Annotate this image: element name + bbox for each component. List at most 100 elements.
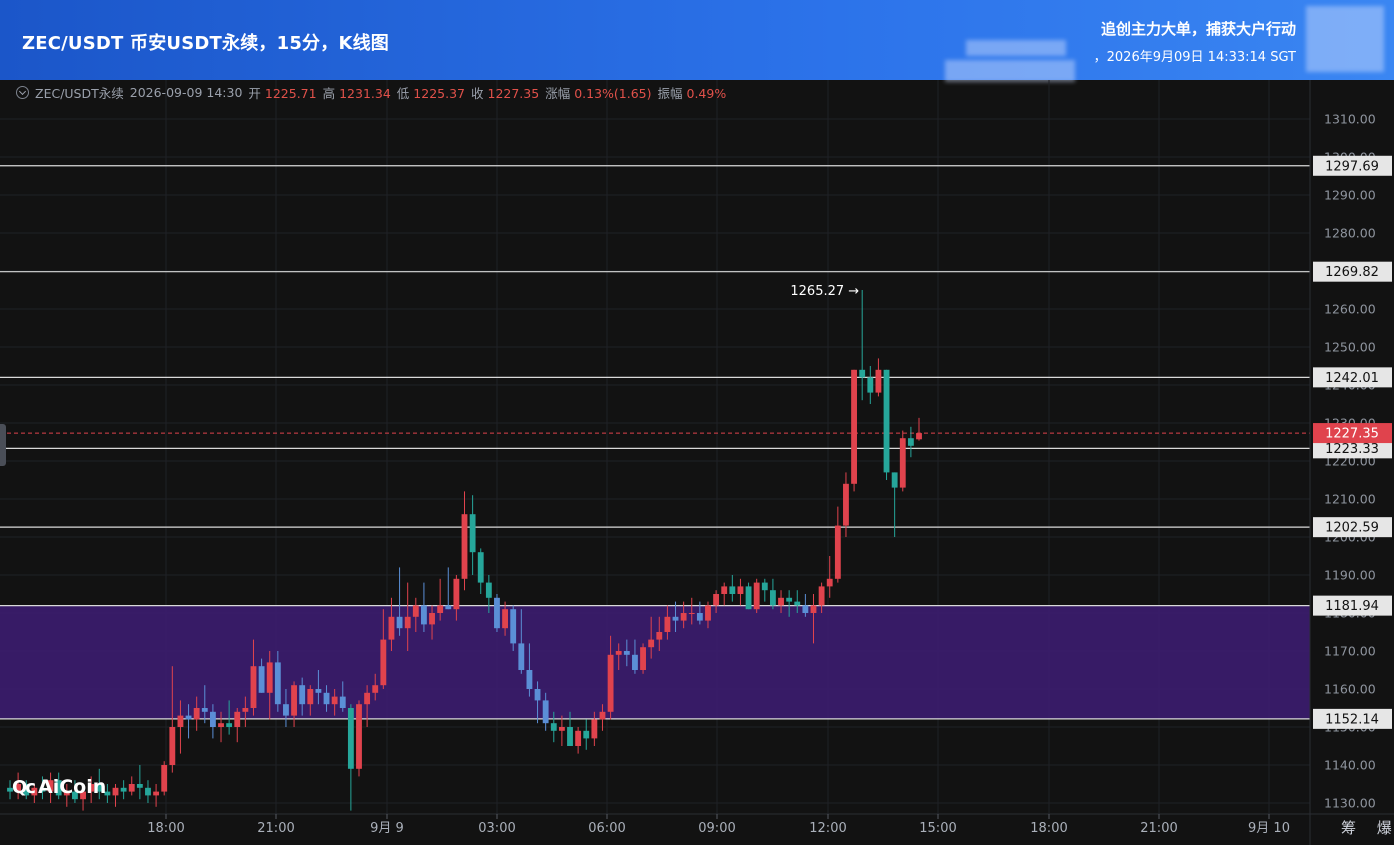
x-tick-label: 03:00 <box>478 821 515 836</box>
candle <box>128 776 135 796</box>
candle-body <box>599 711 606 720</box>
x-tick-label: 15:00 <box>919 821 956 836</box>
price-label: 1297.69 <box>1325 159 1379 174</box>
candle <box>136 765 143 800</box>
candle-body <box>299 685 306 705</box>
drag-handle[interactable] <box>0 424 6 466</box>
x-tick-label: 18:00 <box>147 821 184 836</box>
candle <box>721 582 728 606</box>
candle-body <box>843 483 849 526</box>
chart-canvas[interactable]: 1265.27 → 1130.001140.001150.001160.0011… <box>0 80 1394 845</box>
candle-body <box>372 685 379 693</box>
candle-body <box>161 765 168 792</box>
candle-body <box>672 616 679 621</box>
candle-body <box>347 708 354 769</box>
candle-body <box>753 582 760 610</box>
candle-body <box>786 597 793 602</box>
close-label: 收 <box>471 85 484 101</box>
candle <box>145 780 151 803</box>
candle-body <box>250 666 257 708</box>
candle-body <box>834 525 841 579</box>
candle-body <box>453 578 460 610</box>
candle-body <box>656 632 663 640</box>
blurred-image <box>1306 6 1384 72</box>
candle-body <box>177 715 184 727</box>
candle-body <box>356 704 362 769</box>
candle-body <box>291 685 297 716</box>
candle <box>356 700 362 777</box>
corner-label[interactable]: 筹 爆 <box>1341 817 1394 838</box>
candle-body <box>591 719 598 739</box>
promo-headline: 追创主力大单，捕获大户行动 <box>1100 20 1296 38</box>
y-tick-label: 1210.00 <box>1324 492 1376 507</box>
blurred-image <box>966 40 1066 56</box>
candle-body <box>445 605 452 610</box>
candle <box>851 369 857 492</box>
candle <box>729 575 736 602</box>
candle-body <box>818 586 825 606</box>
price-label: 1202.59 <box>1325 521 1379 536</box>
chart-header: ZEC/USDT 币安USDT永续，15分，K线图 追创主力大单，捕获大户行动 … <box>0 0 1394 82</box>
candle-body <box>558 727 565 731</box>
candle <box>120 780 127 800</box>
candle-body <box>331 696 338 705</box>
y-tick-label: 1280.00 <box>1324 226 1376 241</box>
change-label: 涨幅 <box>545 85 571 101</box>
candle-body <box>891 472 898 488</box>
candle-body <box>315 689 322 693</box>
candle-body <box>826 578 833 587</box>
candle-body <box>575 730 582 746</box>
x-tick-label: 21:00 <box>257 821 294 836</box>
price-label: 1152.14 <box>1325 712 1379 727</box>
price-label: 1269.82 <box>1325 265 1379 280</box>
low-label: 低 <box>396 85 410 101</box>
candle <box>737 578 744 606</box>
candle-body <box>851 369 857 484</box>
candle <box>899 430 906 492</box>
candle-body <box>583 730 590 739</box>
candle-body <box>339 696 346 708</box>
candle-body <box>615 651 622 655</box>
logo-mark: Qc <box>12 776 36 798</box>
candle <box>883 369 890 480</box>
candle <box>875 358 882 397</box>
candle-body <box>510 609 517 644</box>
candle-body <box>713 594 720 606</box>
chart-title: ZEC/USDT 币安USDT永续，15分，K线图 <box>22 33 389 54</box>
symbol-label: ZEC/USDT永续 <box>35 85 124 101</box>
candle-body <box>761 582 768 591</box>
price-label: 1242.01 <box>1325 371 1379 386</box>
candles <box>7 290 922 811</box>
candle <box>583 719 590 750</box>
candle-body <box>120 787 127 792</box>
candle <box>769 578 776 610</box>
candle-body <box>234 711 241 727</box>
annotations: 1265.27 → <box>790 284 859 299</box>
candle-body <box>567 727 573 746</box>
candle-body <box>518 643 525 670</box>
candle-body <box>769 590 776 606</box>
candle-body <box>185 715 192 720</box>
candle-body <box>542 700 549 724</box>
candle-body <box>380 639 387 686</box>
candle <box>867 366 874 404</box>
candle-body <box>242 708 249 712</box>
candle-body <box>112 787 119 796</box>
x-axis: 18:00 21:00 9月 9 03:00 06:00 09:00 12:00 15:00 1… <box>0 813 1394 836</box>
candle <box>916 417 922 441</box>
y-tick-label: 1190.00 <box>1324 568 1376 583</box>
price-label: 1223.33 <box>1325 442 1379 457</box>
logo-text: AiCoin <box>37 776 107 798</box>
candle-body <box>705 605 711 621</box>
candle-body <box>778 597 784 606</box>
candle-body <box>323 692 330 705</box>
low-value: 1225.37 <box>413 85 465 101</box>
open-label: 开 <box>248 85 261 101</box>
candle-body <box>916 433 922 440</box>
candle-body <box>632 654 638 670</box>
candle-body <box>550 723 557 731</box>
candle-body <box>388 616 395 640</box>
price-label: 1181.94 <box>1325 599 1379 614</box>
collapse-icon[interactable] <box>16 85 29 99</box>
candle-body <box>209 711 216 727</box>
